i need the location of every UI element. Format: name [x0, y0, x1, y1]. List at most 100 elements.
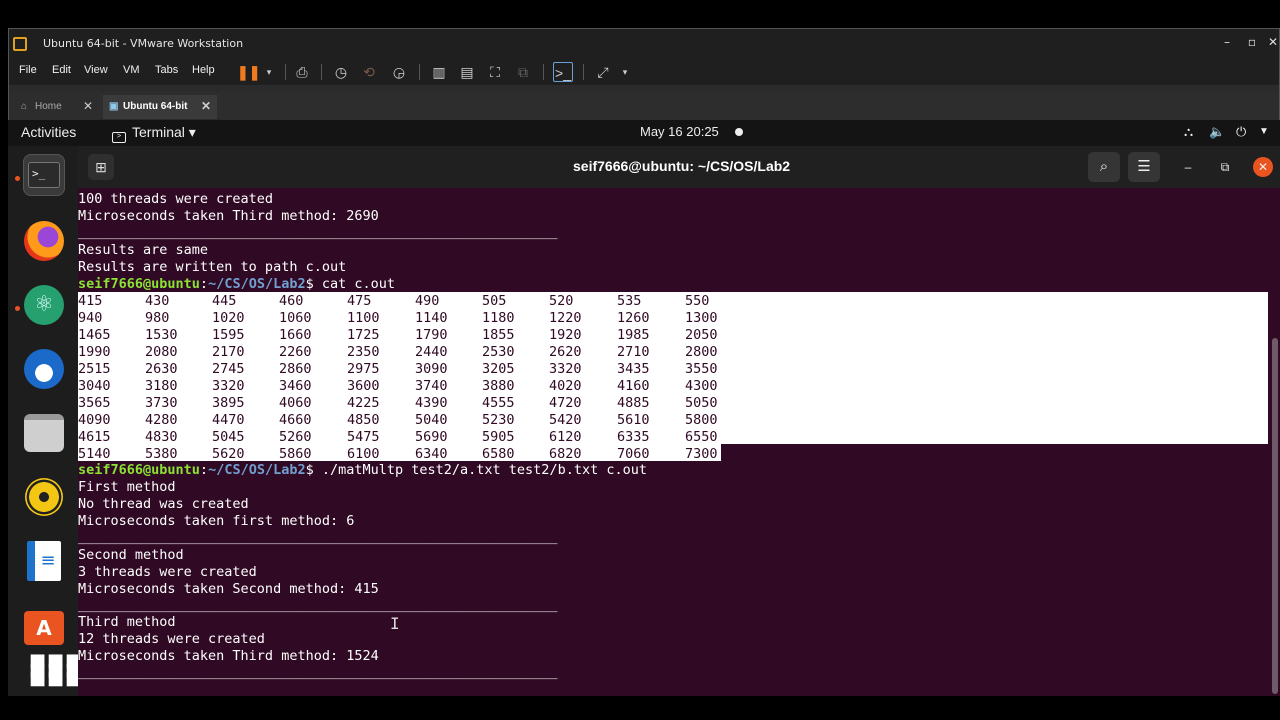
terminal-output[interactable]: 100 threads were created Microseconds ta… [78, 188, 1268, 696]
matrix-cell: 1465 [78, 327, 111, 343]
matrix-cell: 5905 [482, 429, 515, 445]
thumbnail-bar-icon[interactable]: ▤ [457, 62, 477, 82]
console-view-icon[interactable]: >_ [553, 62, 573, 82]
matrix-cell: 5800 [685, 412, 718, 428]
menu-help[interactable]: Help [192, 64, 215, 76]
matrix-cell: 940 [78, 310, 103, 326]
send-ctrl-alt-del-icon[interactable]: ⎙ [292, 62, 312, 82]
dock-firefox[interactable] [23, 220, 65, 262]
pause-icon[interactable]: ❚❚ [237, 62, 260, 82]
menu-vm[interactable]: VM [123, 64, 140, 76]
close-icon[interactable]: ✕ [1263, 35, 1280, 49]
matrix-cell: 6335 [617, 429, 650, 445]
matrix-cell: 520 [549, 293, 574, 309]
matrix-cell: 3205 [482, 361, 515, 377]
matrix-cell: 2530 [482, 344, 515, 360]
matrix-cell: 5140 [78, 446, 111, 462]
output-line: Microseconds taken Second method: 415 [78, 581, 379, 597]
hamburger-menu-icon[interactable]: ☰ [1128, 152, 1160, 182]
matrix-cell: 460 [279, 293, 304, 309]
matrix-cell: 7060 [617, 446, 650, 462]
software-center-icon: A [24, 611, 64, 645]
matrix-cell: 2860 [279, 361, 312, 377]
snapshot-manager-icon[interactable]: ◶ [389, 62, 409, 82]
dock-terminal[interactable]: >_ [23, 154, 65, 196]
matrix-cell: 3320 [212, 378, 245, 394]
prompt-separator: : [199, 276, 209, 292]
close-icon[interactable]: ✕ [201, 99, 211, 113]
dock-thunderbird[interactable] [23, 348, 65, 390]
sidebar-toggle-icon[interactable]: ▥ [429, 62, 449, 82]
matrix-cell: 1790 [415, 327, 448, 343]
new-tab-icon[interactable]: ⊞ [88, 154, 114, 180]
dock: >_ ⚛ ≡ A ■■■ ■■■ ■■■ [8, 146, 82, 696]
terminal-scrollbar[interactable] [1270, 188, 1280, 696]
output-line: Results are same [78, 242, 209, 258]
matrix-cell: 5380 [145, 446, 178, 462]
menu-file[interactable]: File [19, 64, 37, 76]
matrix-cell: 3460 [279, 378, 312, 394]
notification-dot-icon [735, 128, 743, 136]
snapshot-icon[interactable]: ◷ [331, 62, 351, 82]
close-icon[interactable]: ✕ [1253, 157, 1273, 177]
output-line: First method [78, 479, 176, 495]
scrollbar-thumb[interactable] [1272, 338, 1278, 694]
tab-ubuntu[interactable]: ▣ Ubuntu 64-bit ✕ [103, 95, 217, 119]
chevron-down-icon[interactable]: ▾ [615, 62, 635, 82]
matrix-cell: 5860 [279, 446, 312, 462]
activities-button[interactable]: Activities [21, 124, 76, 140]
matrix-cell: 490 [415, 293, 440, 309]
toolbar-divider [583, 64, 584, 80]
chevron-down-icon[interactable]: ▼ [1259, 126, 1269, 137]
dock-software-center[interactable]: A [23, 604, 65, 646]
clock[interactable]: May 16 20:25 [640, 124, 719, 139]
close-icon[interactable]: ✕ [83, 99, 93, 113]
dock-files[interactable] [23, 412, 65, 454]
matrix-cell: 475 [347, 293, 372, 309]
matrix-cell: 1530 [145, 327, 178, 343]
matrix-cell: 1985 [617, 327, 650, 343]
network-icon[interactable]: ⛬ [1184, 124, 1193, 140]
menu-view[interactable]: View [84, 64, 108, 76]
matrix-cell: 535 [617, 293, 642, 309]
matrix-cell: 1300 [685, 310, 718, 326]
matrix-cell: 7300 [685, 446, 718, 462]
revert-snapshot-icon[interactable]: ⟲ [359, 62, 379, 82]
matrix-cell: 2080 [145, 344, 178, 360]
separator-line: ________________________________________… [78, 664, 558, 680]
matrix-cell: 1990 [78, 344, 111, 360]
matrix-cell: 4720 [549, 395, 582, 411]
matrix-cell: 4885 [617, 395, 650, 411]
prompt-user: seif7666@ubuntu [78, 462, 200, 478]
terminal-icon: > [112, 132, 126, 143]
matrix-cell: 2050 [685, 327, 718, 343]
app-menu[interactable]: > Terminal ▾ [112, 124, 196, 143]
minimize-icon[interactable]: – [1217, 35, 1237, 49]
chevron-down-icon[interactable]: ▾ [259, 62, 279, 82]
unity-icon[interactable]: ⧉ [513, 62, 533, 82]
dock-libreoffice-writer[interactable]: ≡ [23, 540, 65, 582]
matrix-cell: 5420 [549, 412, 582, 428]
minimize-icon[interactable]: – [1178, 157, 1198, 177]
dock-show-apps[interactable]: ■■■ ■■■ ■■■ [23, 650, 82, 692]
volume-icon[interactable]: 🔈 [1209, 124, 1225, 140]
menu-tabs[interactable]: Tabs [155, 64, 178, 76]
full-screen-icon[interactable]: ⛶ [485, 62, 505, 82]
maximize-icon[interactable]: ▫ [1242, 35, 1262, 49]
output-line: No thread was created [78, 496, 249, 512]
home-icon: ⌂ [21, 101, 28, 112]
dock-rhythmbox[interactable] [23, 476, 65, 518]
menu-edit[interactable]: Edit [52, 64, 71, 76]
matrix-cell: 2350 [347, 344, 380, 360]
toolbar-divider [543, 64, 544, 80]
dock-atom[interactable]: ⚛ [23, 284, 65, 326]
search-icon[interactable]: ⌕ [1088, 152, 1120, 182]
matrix-cell: 6120 [549, 429, 582, 445]
power-icon[interactable]: ⏻ [1236, 124, 1246, 140]
tab-home[interactable]: ⌂ Home ✕ [15, 95, 99, 119]
matrix-cell: 4555 [482, 395, 515, 411]
restore-icon[interactable]: ⧉ [1215, 157, 1235, 177]
terminal-window: ⊞ seif7666@ubuntu: ~/CS/OS/Lab2 ⌕ ☰ – ⧉ … [78, 146, 1280, 696]
output-line: 12 threads were created [78, 631, 265, 647]
stretch-guest-icon[interactable]: ⤢ [593, 62, 613, 82]
